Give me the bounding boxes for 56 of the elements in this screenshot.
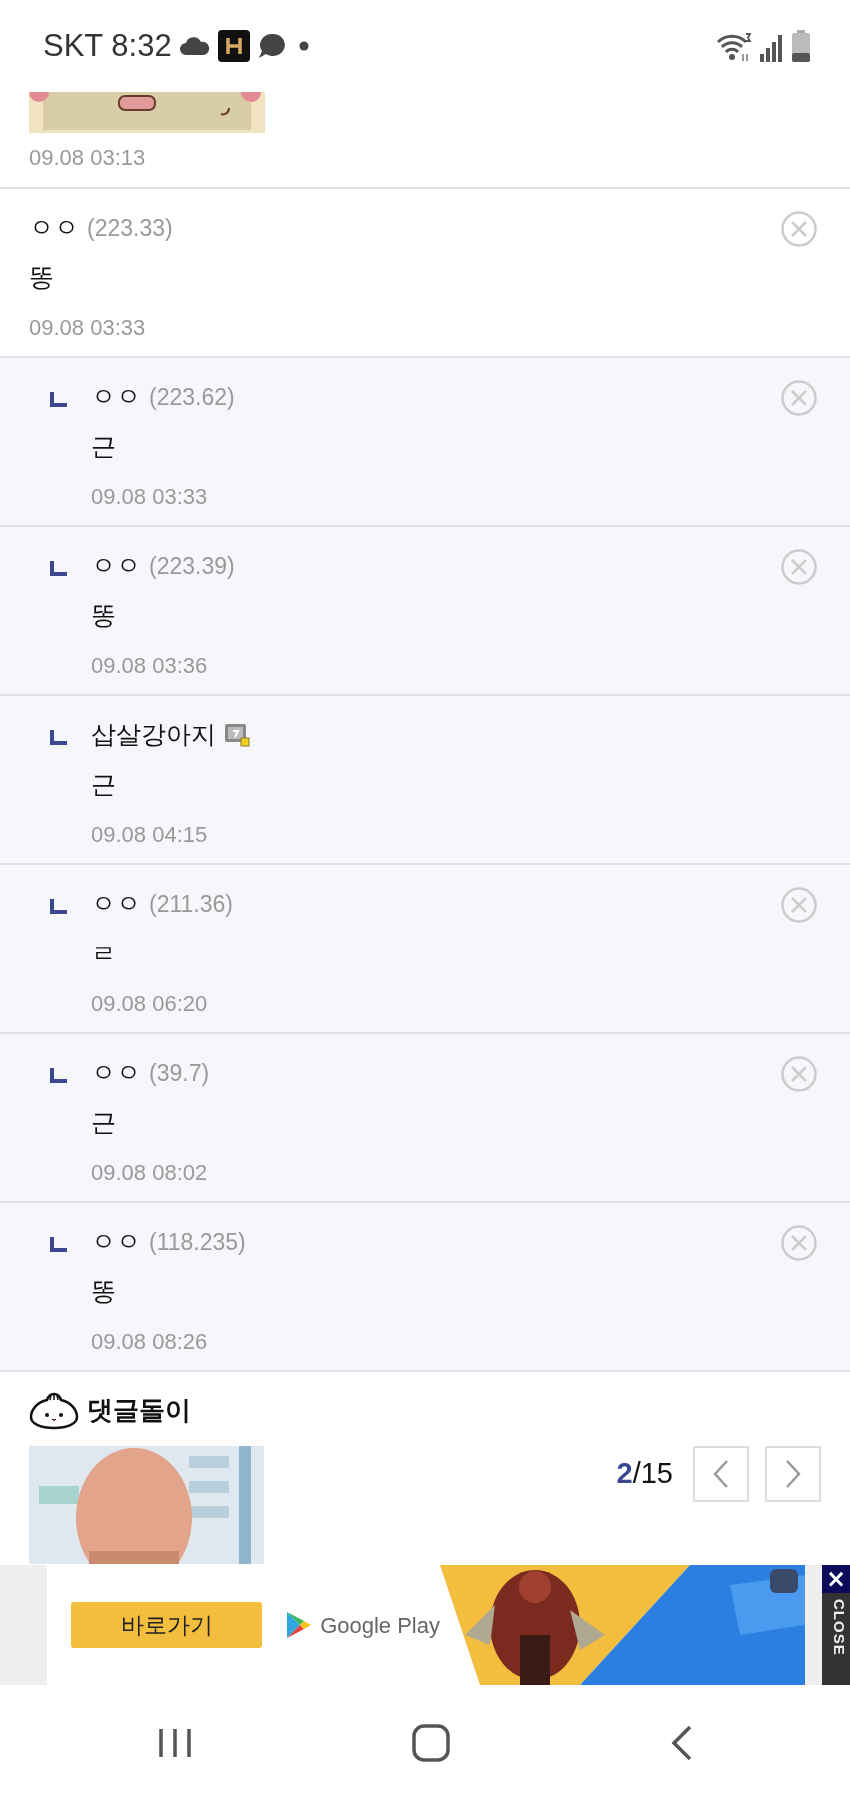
comment-time: 09.08 08:26 [91,1328,209,1353]
comment-text: 근 [91,1107,116,1140]
delete-icon[interactable] [781,549,817,585]
delete-icon[interactable] [781,1056,817,1092]
page-counter: 2/15 [616,1456,673,1492]
comment-text: 근 [91,431,116,464]
app-badge-icon [217,30,250,62]
battery-icon [792,30,810,62]
comment-author: ㅇㅇ [91,888,141,921]
comment-author: ㅇㅇ [91,1226,141,1259]
previous-button[interactable] [693,1446,749,1502]
ip-address: (118.235) [149,1227,246,1257]
comment-time: 09.08 04:15 [91,821,209,846]
comment-text: 똥 [91,600,116,633]
wifi-icon [716,32,752,62]
comment-text: 근 [91,769,116,802]
comment-time: 09.08 06:20 [91,990,209,1015]
go-button[interactable]: 바로가기 [71,1602,263,1648]
comment-author: 삽살강아지 [91,719,216,752]
signal-icon [760,34,784,62]
ip-address: (211.36) [149,889,233,919]
ip-address: (223.39) [149,551,235,581]
close-button[interactable]: × CLOSE [822,1565,850,1685]
store-label: Google Play [320,1611,440,1640]
clock-time: 8:32 [111,26,172,65]
chevron-left-icon [713,1459,729,1489]
comment-author: ㅇㅇ [29,212,79,245]
comment-time: 09.08 03:33 [91,483,209,508]
delete-icon[interactable] [781,1225,817,1261]
chat-bubble-icon [257,33,286,59]
back-icon[interactable] [670,1724,692,1761]
comment-time: 09.08 03:33 [29,314,147,339]
ip-address: (223.33) [87,213,173,243]
recent-apps-icon[interactable] [158,1726,192,1759]
chevron-right-icon [785,1459,801,1489]
comment-time: 09.08 03:13 [29,144,147,169]
delete-icon[interactable] [781,887,817,923]
cloud-icon [179,37,210,55]
comment-author: ㅇㅇ [91,550,141,583]
comment-author: ㅇㅇ [91,1057,141,1090]
bot-name: 댓글돌이 [87,1393,191,1427]
comment-text: ㄹ [91,938,116,971]
delete-icon[interactable] [781,211,817,247]
delete-icon[interactable] [781,380,817,416]
home-icon[interactable] [412,1723,450,1762]
carrier-label: SKT [43,26,104,65]
comment-author: ㅇㅇ [91,381,141,414]
comment-time: 09.08 08:02 [91,1159,209,1184]
dumpling-icon [29,1390,79,1430]
play-store-icon [286,1611,313,1639]
comment-text: 똥 [29,262,54,295]
comment-time: 09.08 03:36 [91,652,209,677]
ip-address: (223.62) [149,382,235,412]
comment-text: 똥 [91,1276,116,1309]
next-button[interactable] [765,1446,821,1502]
ip-address: (39.7) [149,1058,210,1088]
